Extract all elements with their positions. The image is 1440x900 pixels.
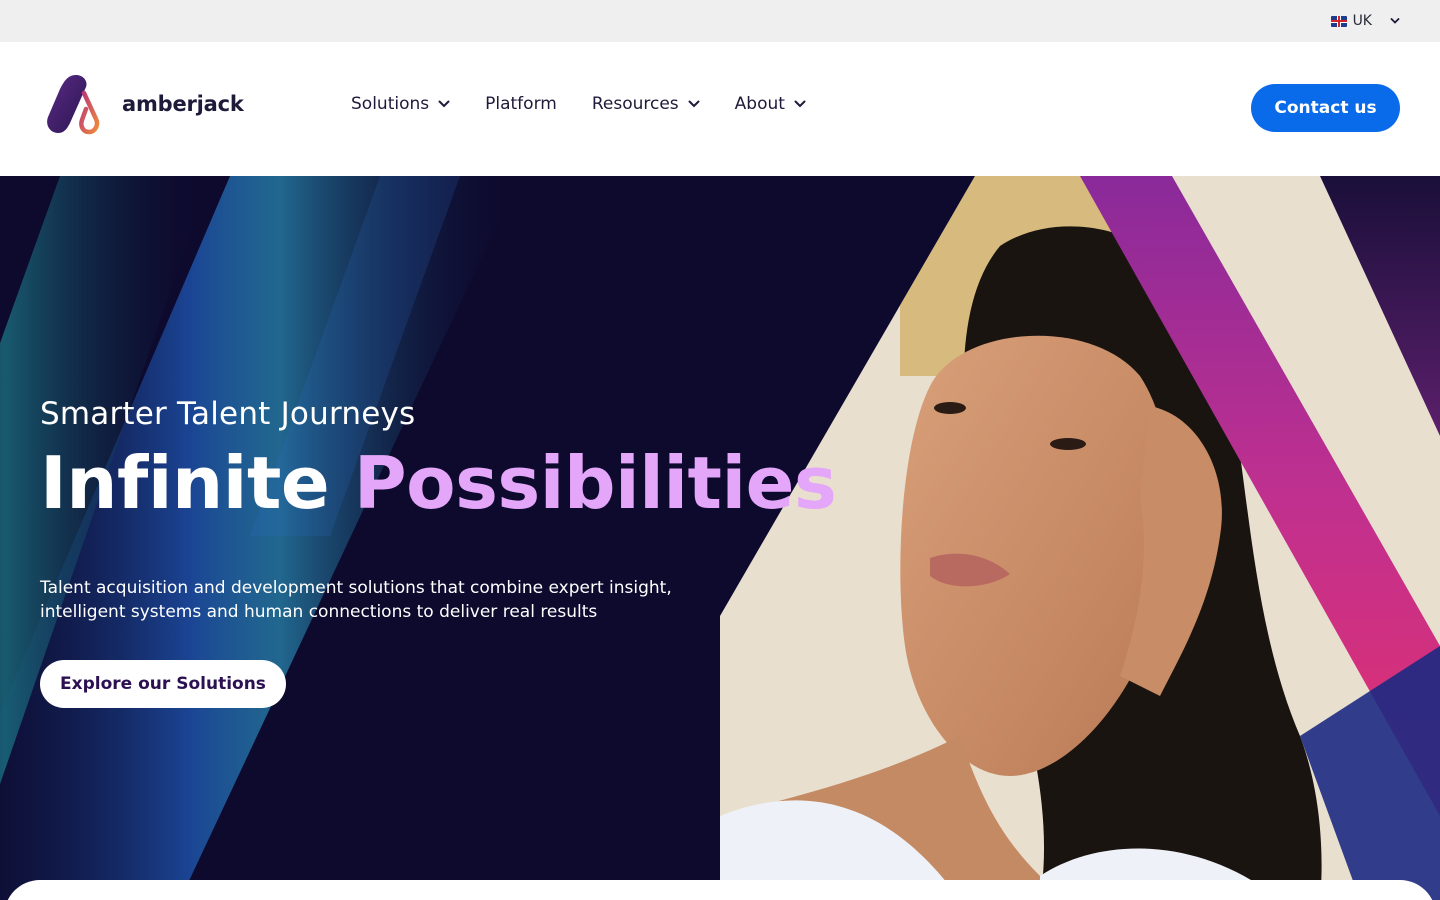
hero-eyebrow: Smarter Talent Journeys xyxy=(40,396,416,432)
brand-name: amberjack xyxy=(122,92,244,116)
amberjack-logo-icon xyxy=(47,75,100,135)
region-selector[interactable]: UK xyxy=(1330,11,1400,31)
region-label: UK xyxy=(1352,13,1372,29)
nav-item-label: Resources xyxy=(591,94,679,114)
headline-part1: Infinite xyxy=(40,441,330,525)
hero-description: Talent acquisition and development solut… xyxy=(40,577,672,622)
brand-logo[interactable]: amberjack xyxy=(46,73,244,135)
nav-item-platform[interactable]: Platform xyxy=(485,94,557,114)
utility-bar: UK xyxy=(0,0,1440,42)
chevron-down-icon xyxy=(688,100,700,108)
hero-content: Smarter Talent Journeys Infinite Possibi… xyxy=(40,396,837,624)
uk-flag-icon xyxy=(1330,15,1347,27)
nav-item-label: Solutions xyxy=(351,94,430,114)
chevron-down-icon xyxy=(438,100,450,108)
headline-part2: Possibilities xyxy=(353,441,837,525)
content-panel-edge xyxy=(4,880,1436,900)
nav-item-about[interactable]: About xyxy=(735,94,806,114)
nav-item-resources[interactable]: Resources xyxy=(592,94,700,114)
hero-section: Smarter Talent Journeys Infinite Possibi… xyxy=(0,176,1440,900)
nav-item-label: About xyxy=(734,94,785,114)
contact-us-button[interactable]: Contact us xyxy=(1251,84,1400,132)
hero-headline: Infinite Possibilities xyxy=(40,445,837,522)
main-nav: Solutions Platform Resources About xyxy=(351,94,841,114)
nav-item-solutions[interactable]: Solutions xyxy=(351,94,450,114)
site-header: amberjack Solutions Platform Resources A… xyxy=(0,42,1440,176)
chevron-down-icon xyxy=(794,100,806,108)
explore-solutions-button[interactable]: Explore our Solutions xyxy=(40,660,286,708)
nav-item-label: Platform xyxy=(485,94,557,114)
chevron-down-icon xyxy=(1390,18,1400,24)
